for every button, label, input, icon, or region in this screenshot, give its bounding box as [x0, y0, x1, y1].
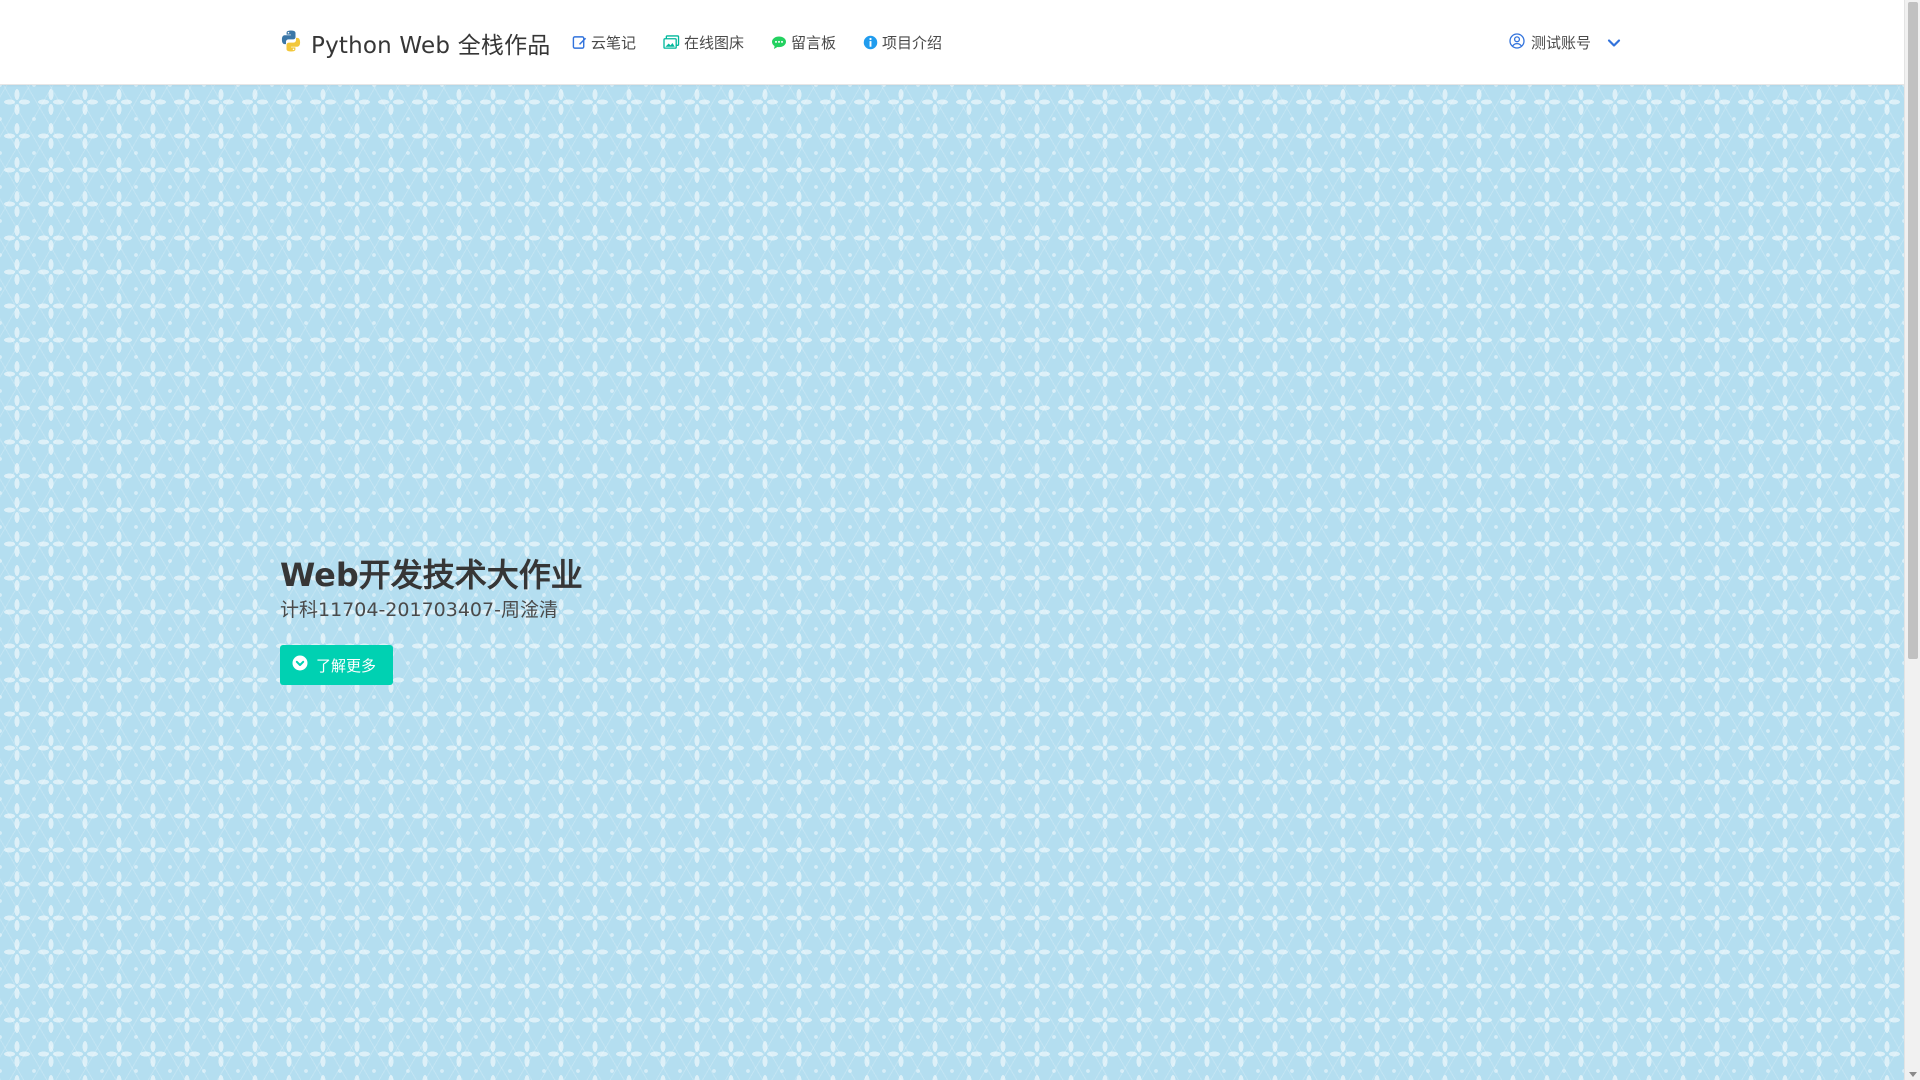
chat-bubble-icon: [771, 35, 787, 50]
scroll-down-arrow-icon[interactable]: [1909, 1072, 1917, 1077]
nav-menu: 云笔记 在线图床 留言板 项目介绍: [572, 0, 969, 85]
hero-content: Web开发技术大作业 计科11704-201703407-周淦清 了解更多: [280, 555, 583, 685]
user-circle-icon: [1509, 32, 1525, 53]
learn-more-label: 了解更多: [316, 656, 377, 675]
page-scrollbar[interactable]: [1904, 0, 1920, 1080]
note-edit-icon: [572, 35, 587, 50]
images-icon: [663, 35, 680, 50]
info-circle-icon: [863, 35, 878, 50]
learn-more-button[interactable]: 了解更多: [280, 645, 394, 685]
nav-item-cloud-notes[interactable]: 云笔记: [572, 23, 636, 63]
top-navbar: Python Web 全栈作品 云笔记 在线图床 留言板 项目介绍 测试账号: [0, 0, 1904, 85]
nav-item-label: 在线图床: [684, 34, 745, 52]
hero-subtitle: 计科11704-201703407-周淦清: [280, 599, 558, 621]
chevron-circle-down-icon: [292, 655, 308, 675]
scrollbar-thumb[interactable]: [1908, 2, 1918, 659]
nav-item-message-board[interactable]: 留言板: [771, 23, 836, 63]
nav-item-label: 项目介绍: [882, 34, 943, 52]
account-dropdown[interactable]: 测试账号: [1509, 0, 1621, 85]
chevron-down-icon: [1607, 34, 1621, 52]
account-label: 测试账号: [1530, 34, 1591, 52]
brand-title: Python Web 全栈作品: [311, 32, 551, 59]
nav-item-label: 留言板: [791, 34, 837, 52]
nav-item-project-intro[interactable]: 项目介绍: [863, 23, 942, 63]
brand-link[interactable]: Python Web 全栈作品: [279, 0, 551, 85]
hero-title: Web开发技术大作业: [280, 556, 583, 594]
nav-item-image-hosting[interactable]: 在线图床: [663, 23, 744, 63]
hero-section: Web开发技术大作业 计科11704-201703407-周淦清 了解更多: [0, 85, 1904, 1080]
python-logo-icon: [279, 29, 303, 57]
nav-item-label: 云笔记: [591, 34, 637, 52]
